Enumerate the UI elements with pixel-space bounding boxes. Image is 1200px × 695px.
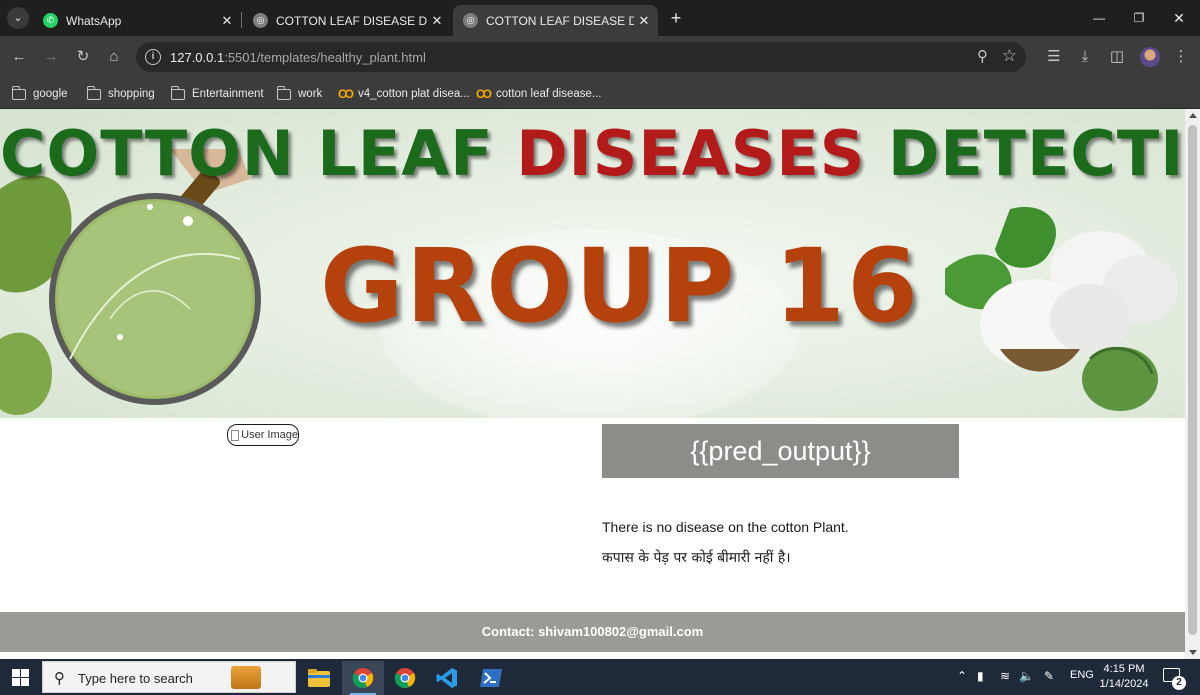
tab-strip: ⌄ ✆ WhatsApp ✕ ◎ COTTON LEAF DISEASE DET… xyxy=(0,0,1200,36)
clock-time: 4:15 PM xyxy=(1103,663,1145,675)
header-banner: COTTON LEAF DISEASES DETECTION GROUP 16 xyxy=(0,109,1185,418)
pen-icon[interactable]: ✎ xyxy=(1044,669,1054,683)
site-info-icon[interactable]: i xyxy=(145,49,161,65)
new-tab-button[interactable]: + xyxy=(666,8,686,28)
bookmarks-bar: google shopping Entertainment work CO v4… xyxy=(0,78,1200,109)
folder-icon xyxy=(11,85,26,100)
user-image-broken: User Image xyxy=(227,424,299,446)
clock-date: 1/14/2024 xyxy=(1099,678,1149,690)
whatsapp-icon: ✆ xyxy=(43,13,58,28)
speaker-volume-icon[interactable]: 🔈 xyxy=(1019,669,1034,683)
chrome-taskbar-button-active[interactable] xyxy=(342,661,384,695)
chrome-icon xyxy=(352,668,374,688)
bookmark-label: google xyxy=(33,88,68,100)
bookmark-work[interactable]: work xyxy=(276,84,323,104)
tab-cotton-2-active[interactable]: ◎ COTTON LEAF DISEASE DETECT ✕ xyxy=(453,5,658,36)
broken-image-icon xyxy=(231,429,240,441)
briefcase-icon xyxy=(231,666,261,689)
forward-arrow-icon[interactable]: → xyxy=(40,46,62,68)
banner-group-label: GROUP 16 xyxy=(320,227,921,346)
tab-title: COTTON LEAF DISEASE DETECT xyxy=(486,13,634,28)
banner-title-green: COTTON LEAF xyxy=(0,117,517,190)
banner-title: COTTON LEAF DISEASES DETECTION xyxy=(0,117,1185,190)
file-explorer-taskbar-button[interactable] xyxy=(298,661,340,695)
download-icon[interactable]: ⤓ xyxy=(1074,46,1096,68)
bookmark-google[interactable]: google xyxy=(11,84,68,104)
scroll-down-arrow-icon[interactable] xyxy=(1189,650,1197,655)
result-message-hindi: कपास के पेड़ पर कोई बीमारी नहीं है। xyxy=(602,550,791,566)
show-hidden-icons-chevron-icon[interactable]: ⌃ xyxy=(957,669,967,683)
bookmark-label: cotton leaf disease... xyxy=(496,88,602,100)
search-placeholder: Type here to search xyxy=(78,671,193,686)
tab-whatsapp[interactable]: ✆ WhatsApp ✕ xyxy=(33,5,241,36)
result-message-english: There is no disease on the cotton Plant. xyxy=(602,519,849,535)
bookmark-star-icon[interactable]: ☆ xyxy=(1002,46,1017,66)
tab-divider xyxy=(241,12,242,28)
contact-footer: Contact: shivam100802@gmail.com xyxy=(0,612,1185,652)
tab-close-icon[interactable]: ✕ xyxy=(217,13,237,29)
address-bar[interactable]: i 127.0.0.1:5501/templates/healthy_plant… xyxy=(136,42,1026,72)
restore-button[interactable]: ❐ xyxy=(1124,8,1154,28)
vscode-icon xyxy=(436,668,457,688)
colab-icon: CO xyxy=(476,87,492,101)
result-section: User Image {{pred_output}} There is no d… xyxy=(0,418,1185,612)
powershell-icon xyxy=(480,669,502,687)
chrome-taskbar-button[interactable] xyxy=(384,661,426,695)
globe-icon: ◎ xyxy=(463,13,478,28)
bookmark-colab-v4[interactable]: CO v4_cotton plat disea... xyxy=(338,84,470,104)
tab-title: WhatsApp xyxy=(66,13,122,28)
side-panel-icon[interactable]: ◫ xyxy=(1106,46,1128,68)
page-scrollbar[interactable] xyxy=(1185,109,1200,659)
taskbar-search-box[interactable]: ⚲ Type here to search xyxy=(42,661,296,693)
back-arrow-icon[interactable]: ← xyxy=(8,46,30,68)
close-window-button[interactable]: ✕ xyxy=(1164,8,1194,28)
scrollbar-thumb[interactable] xyxy=(1188,125,1197,635)
page-viewport: COTTON LEAF DISEASES DETECTION GROUP 16 … xyxy=(0,109,1185,659)
home-icon[interactable]: ⌂ xyxy=(103,46,125,68)
folder-icon xyxy=(86,85,101,100)
globe-icon: ◎ xyxy=(253,13,268,28)
prediction-output-box: {{pred_output}} xyxy=(602,424,959,478)
cotton-boll-illustration xyxy=(945,207,1178,411)
tab-close-icon[interactable]: ✕ xyxy=(634,13,654,29)
wifi-icon[interactable]: ≋ xyxy=(1000,669,1010,683)
folder-icon xyxy=(276,85,291,100)
vscode-taskbar-button[interactable] xyxy=(426,661,468,695)
zoom-magnifier-icon[interactable]: ⚲ xyxy=(977,47,988,65)
folder-icon xyxy=(170,85,185,100)
system-clock[interactable]: 4:15 PM 1/14/2024 xyxy=(1094,662,1154,692)
url-text[interactable]: 127.0.0.1:5501/templates/healthy_plant.h… xyxy=(170,50,426,65)
bookmark-label: v4_cotton plat disea... xyxy=(358,88,470,100)
tab-title: COTTON LEAF DISEASE DETECT xyxy=(276,13,427,28)
scroll-up-arrow-icon[interactable] xyxy=(1189,113,1197,118)
bookmark-label: shopping xyxy=(108,88,155,100)
notification-count-badge: 2 xyxy=(1172,676,1186,690)
profile-avatar[interactable] xyxy=(1140,47,1160,67)
browser-menu-icon[interactable]: ⋮ xyxy=(1170,46,1192,68)
windows-start-icon[interactable] xyxy=(12,669,29,686)
windows-taskbar: ⚲ Type here to search ⌃ ▮ ≋ 🔈 ✎ ENG 4:15… xyxy=(0,659,1200,695)
tab-search-chevron-icon[interactable]: ⌄ xyxy=(7,7,29,29)
bookmark-label: Entertainment xyxy=(192,88,264,100)
minimize-button[interactable]: — xyxy=(1084,8,1114,28)
banner-title-green-2: DETECTION xyxy=(887,117,1185,190)
search-icon: ⚲ xyxy=(54,670,65,687)
reload-icon[interactable]: ↻ xyxy=(72,46,94,68)
battery-charging-icon[interactable]: ▮ xyxy=(977,669,984,683)
bookmark-colab-cotton[interactable]: CO cotton leaf disease... xyxy=(476,84,601,104)
browser-toolbar: ← → ↻ ⌂ i 127.0.0.1:5501/templates/healt… xyxy=(0,36,1200,78)
tab-cotton-1[interactable]: ◎ COTTON LEAF DISEASE DETECT ✕ xyxy=(243,5,451,36)
bookmark-entertainment[interactable]: Entertainment xyxy=(170,84,264,104)
colab-icon: CO xyxy=(338,87,354,101)
language-indicator[interactable]: ENG xyxy=(1070,669,1094,681)
folder-icon xyxy=(308,669,330,687)
tab-close-icon[interactable]: ✕ xyxy=(427,13,447,29)
chrome-icon xyxy=(394,668,416,688)
user-image-alt-text: User Image xyxy=(241,429,298,441)
bookmark-label: work xyxy=(298,88,323,100)
media-queue-icon[interactable]: ☰ xyxy=(1043,46,1065,68)
bookmark-shopping[interactable]: shopping xyxy=(86,84,155,104)
powershell-taskbar-button[interactable] xyxy=(470,661,512,695)
banner-title-red: DISEASES xyxy=(516,117,866,190)
